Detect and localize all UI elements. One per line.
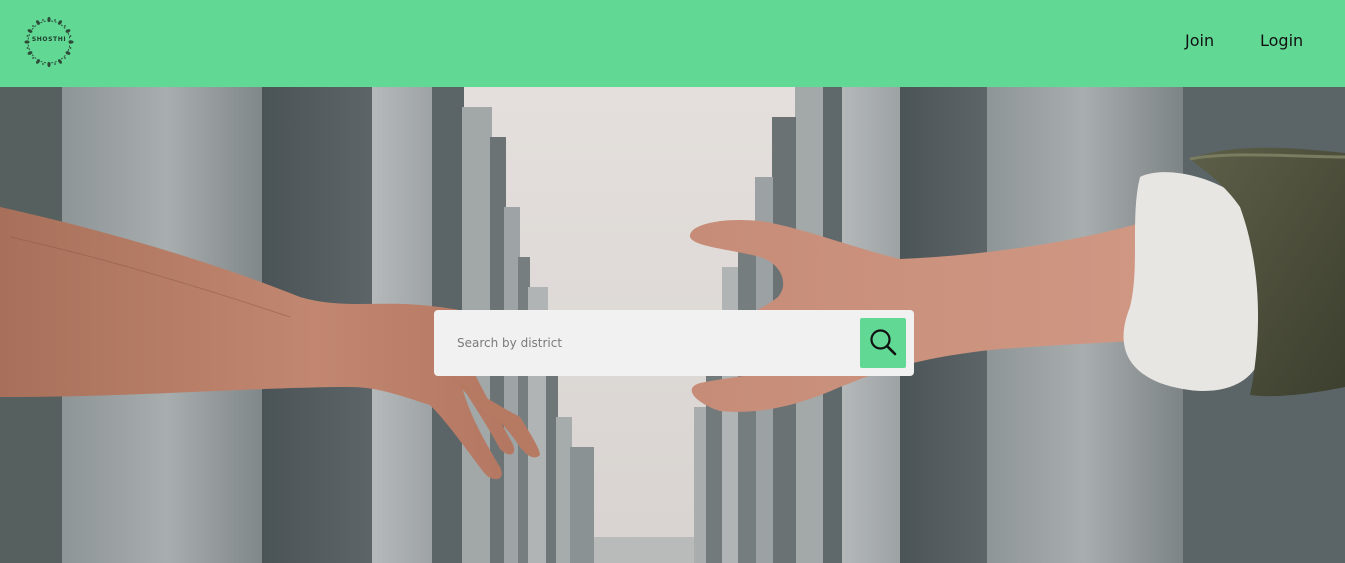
nav-login-link[interactable]: Login: [1260, 31, 1303, 50]
logo-text: SHOSTHI: [31, 36, 67, 43]
search-icon: [870, 329, 897, 356]
district-search-bar: [434, 310, 914, 376]
nav-join-link[interactable]: Join: [1185, 31, 1214, 50]
top-navbar: SHOSTHI Join Login: [0, 0, 1345, 87]
search-button[interactable]: [860, 318, 906, 368]
district-search-input[interactable]: [446, 320, 856, 366]
hero-section: [0, 87, 1345, 563]
site-logo[interactable]: SHOSTHI: [19, 14, 79, 70]
